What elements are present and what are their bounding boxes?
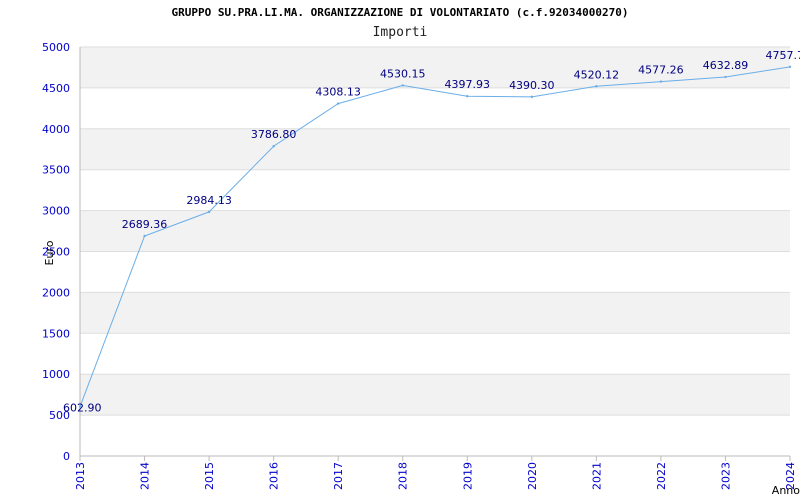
y-tick-label: 4000 — [42, 123, 70, 136]
data-point — [207, 210, 211, 214]
data-point — [466, 95, 469, 98]
data-label: 602.90 — [63, 402, 102, 415]
x-tick-label: 2019 — [461, 462, 474, 490]
data-point — [659, 80, 663, 83]
data-label: 4520.12 — [574, 68, 620, 81]
chart-root: GRUPPO SU.PRA.LI.MA. ORGANIZZAZIONE DI V… — [0, 0, 800, 500]
y-tick-label: 1500 — [42, 327, 70, 340]
data-label: 4632.89 — [703, 59, 749, 72]
data-point — [530, 95, 534, 99]
data-point — [788, 65, 792, 69]
x-tick-label: 2021 — [590, 462, 603, 490]
x-tick-label: 2015 — [203, 462, 216, 490]
x-tick-label: 2020 — [526, 462, 539, 490]
y-tick-label: 5000 — [42, 41, 70, 54]
data-point — [595, 85, 598, 88]
data-point — [143, 234, 146, 238]
data-label: 4530.15 — [380, 67, 426, 80]
x-tick-label: 2016 — [268, 462, 281, 490]
line-chart: 0500100015002000250030003500400045005000… — [42, 41, 800, 497]
x-tick-label: 2014 — [139, 462, 152, 490]
data-point — [724, 75, 727, 79]
data-point — [272, 145, 275, 148]
y-tick-label: 0 — [63, 450, 70, 463]
y-tick-label: 2000 — [42, 286, 70, 299]
grid-band — [80, 292, 790, 334]
data-label: 2689.36 — [122, 218, 168, 231]
x-tick-label: 2013 — [74, 462, 87, 490]
data-label: 3786.80 — [251, 128, 297, 141]
x-axis-title: Anno — [772, 484, 800, 497]
data-label: 4397.93 — [445, 78, 491, 91]
x-tick-label: 2017 — [332, 462, 345, 490]
y-tick-label: 3000 — [42, 205, 70, 218]
data-label: 4577.26 — [638, 64, 684, 77]
y-axis-title: Euro — [43, 240, 56, 265]
x-tick-label: 2022 — [655, 462, 668, 490]
x-tick-label: 2023 — [719, 462, 732, 490]
grid-band — [80, 210, 790, 252]
x-tick-label: 2018 — [397, 462, 410, 490]
grid-band — [80, 374, 790, 416]
data-label: 2984.13 — [186, 194, 232, 207]
data-label: 4757.7 — [766, 49, 800, 62]
data-point — [401, 84, 404, 87]
y-tick-label: 1000 — [42, 368, 70, 381]
data-label: 4308.13 — [315, 86, 361, 99]
grid-band — [80, 128, 790, 170]
y-tick-label: 4500 — [42, 82, 70, 95]
data-point — [336, 102, 340, 105]
y-tick-label: 3500 — [42, 164, 70, 177]
data-label: 4390.30 — [509, 79, 555, 92]
